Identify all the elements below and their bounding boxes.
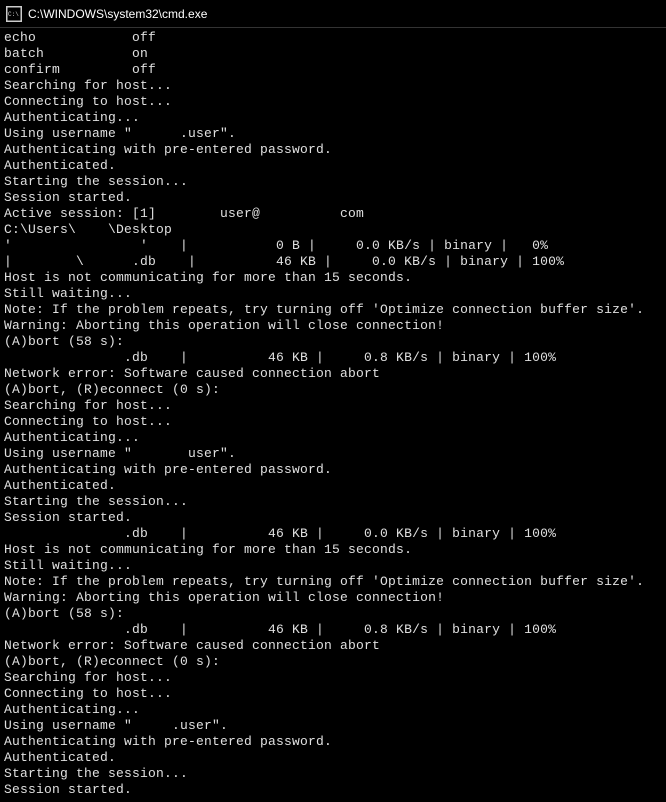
terminal-line: Authenticating... xyxy=(4,702,662,718)
terminal-line: (A)bort (58 s): xyxy=(4,606,662,622)
terminal-line: Using username " user". xyxy=(4,446,662,462)
terminal-line: Connecting to host... xyxy=(4,94,662,110)
terminal-line: Using username " .user". xyxy=(4,718,662,734)
terminal-line: Host is not communicating for more than … xyxy=(4,270,662,286)
terminal-line: Still waiting... xyxy=(4,558,662,574)
terminal-line: Searching for host... xyxy=(4,78,662,94)
terminal-line: Note: If the problem repeats, try turnin… xyxy=(4,302,662,318)
terminal-line: Authenticating with pre-entered password… xyxy=(4,734,662,750)
terminal-line: (A)bort, (R)econnect (0 s): xyxy=(4,382,662,398)
terminal-line: Warning: Aborting this operation will cl… xyxy=(4,318,662,334)
terminal-line: Note: If the problem repeats, try turnin… xyxy=(4,574,662,590)
terminal-line: Authenticating... xyxy=(4,110,662,126)
terminal-line: Authenticated. xyxy=(4,478,662,494)
window-titlebar: C:\ C:\WINDOWS\system32\cmd.exe xyxy=(0,0,666,28)
terminal-line: Using username " .user". xyxy=(4,126,662,142)
terminal-line: Authenticated. xyxy=(4,750,662,766)
terminal-line: (A)bort, (R)econnect (0 s): xyxy=(4,654,662,670)
terminal-line: (A)bort (58 s): xyxy=(4,334,662,350)
terminal-line: Starting the session... xyxy=(4,766,662,782)
terminal-line: Still waiting... xyxy=(4,286,662,302)
window-title: C:\WINDOWS\system32\cmd.exe xyxy=(28,7,207,21)
terminal-line: Authenticating with pre-entered password… xyxy=(4,142,662,158)
terminal-line: Host is not communicating for more than … xyxy=(4,542,662,558)
terminal-line: Authenticating with pre-entered password… xyxy=(4,462,662,478)
terminal-line: | \ .db | 46 KB | 0.0 KB/s | binary | 10… xyxy=(4,254,662,270)
terminal-line: Authenticated. xyxy=(4,158,662,174)
terminal-line: Connecting to host... xyxy=(4,686,662,702)
terminal-line: .db | 46 KB | 0.0 KB/s | binary | 100% xyxy=(4,526,662,542)
terminal-output[interactable]: echo offbatch onconfirm offSearching for… xyxy=(0,28,666,802)
terminal-line: Starting the session... xyxy=(4,174,662,190)
terminal-line: confirm off xyxy=(4,62,662,78)
terminal-line: C:\Users\ \Desktop xyxy=(4,222,662,238)
svg-text:C:\: C:\ xyxy=(8,11,19,18)
terminal-line: ' ' | 0 B | 0.0 KB/s | binary | 0% xyxy=(4,238,662,254)
cmd-icon: C:\ xyxy=(6,6,22,22)
terminal-line: Connecting to host... xyxy=(4,414,662,430)
terminal-line: Network error: Software caused connectio… xyxy=(4,366,662,382)
terminal-line: Active session: [1] user@ com xyxy=(4,206,662,222)
terminal-line: Searching for host... xyxy=(4,670,662,686)
terminal-line: .db | 46 KB | 0.8 KB/s | binary | 100% xyxy=(4,350,662,366)
terminal-line: Starting the session... xyxy=(4,494,662,510)
terminal-line: Authenticating... xyxy=(4,430,662,446)
terminal-line: batch on xyxy=(4,46,662,62)
terminal-line: Network error: Software caused connectio… xyxy=(4,638,662,654)
terminal-line: echo off xyxy=(4,30,662,46)
terminal-line: Warning: Aborting this operation will cl… xyxy=(4,590,662,606)
terminal-line: Session started. xyxy=(4,190,662,206)
terminal-line: Searching for host... xyxy=(4,398,662,414)
terminal-line: .db | 46 KB | 0.8 KB/s | binary | 100% xyxy=(4,622,662,638)
terminal-line: Session started. xyxy=(4,510,662,526)
terminal-line: Session started. xyxy=(4,782,662,798)
